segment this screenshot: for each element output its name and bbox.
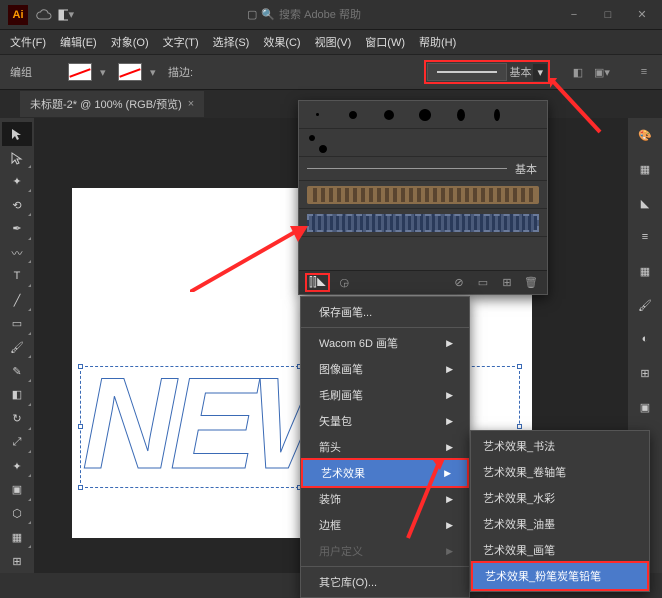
brushes-panel-footer: ⫿⫿◣ ◶ ⊘ ▭ ⊞ 🗑 — [299, 270, 547, 294]
shape-builder-tool[interactable]: ⬡ — [2, 502, 32, 526]
tab-title: 未标题-2* @ 100% (RGB/预览) — [30, 96, 182, 112]
stroke-swatch[interactable] — [118, 63, 142, 81]
swatches-panel-icon[interactable]: ▦ — [632, 156, 658, 182]
menu-type[interactable]: 文字(T) — [157, 31, 205, 53]
submenu-watercolor[interactable]: 艺术效果_水彩 — [471, 485, 649, 511]
style-icon[interactable]: ▣▾ — [594, 64, 610, 80]
close-button[interactable]: ✕ — [630, 5, 654, 25]
line-tool[interactable]: ╱ — [2, 288, 32, 312]
type-tool[interactable]: T — [2, 264, 32, 288]
menu-artistic[interactable]: 艺术效果▶ — [301, 458, 469, 488]
layout-icon[interactable]: ▾ — [58, 7, 74, 23]
menu-save-brush[interactable]: 保存画笔... — [301, 299, 469, 325]
group-label: 编组 — [10, 64, 32, 80]
brushes-panel-icon[interactable]: 🖌 — [632, 292, 658, 318]
app-logo: Ai — [8, 5, 28, 25]
menu-arrows[interactable]: 箭头▶ — [301, 434, 469, 460]
pen-tool[interactable]: ✒ — [2, 217, 32, 241]
menubar: 文件(F) 编辑(E) 对象(O) 文字(T) 选择(S) 效果(C) 视图(V… — [0, 30, 662, 54]
magic-wand-tool[interactable]: ✦ — [2, 169, 32, 193]
search-icon[interactable]: 🔍 — [261, 8, 275, 21]
rotate-tool[interactable]: ↻ — [2, 407, 32, 431]
libraries-icon[interactable]: ◶ — [334, 274, 354, 292]
search-input[interactable] — [279, 9, 379, 21]
menu-effect[interactable]: 效果(C) — [257, 31, 306, 53]
stroke-label: 描边: — [168, 64, 193, 80]
menu-select[interactable]: 选择(S) — [207, 31, 256, 53]
free-transform-tool[interactable]: ▣ — [2, 478, 32, 502]
menu-window[interactable]: 窗口(W) — [359, 31, 411, 53]
curvature-tool[interactable]: 〰 — [2, 241, 32, 265]
scale-tool[interactable]: ⤢ — [2, 431, 32, 455]
minimize-button[interactable]: − — [562, 5, 586, 25]
submenu-paintbrush[interactable]: 艺术效果_画笔 — [471, 537, 649, 563]
rectangle-tool[interactable]: ▭ — [2, 312, 32, 336]
opacity-icon[interactable]: ◧ — [570, 64, 586, 80]
paintbrush-tool[interactable]: 🖌 — [2, 336, 32, 360]
brush-stroke-selector[interactable]: 基本 ▾ — [424, 60, 550, 84]
menu-object[interactable]: 对象(O) — [105, 31, 155, 53]
artistic-submenu: 艺术效果_书法 艺术效果_卷轴笔 艺术效果_水彩 艺术效果_油墨 艺术效果_画笔… — [470, 430, 650, 592]
control-bar: 编组 ▾ ▾ 描边: 基本 ▾ ◧ ▣▾ ≡ — [0, 54, 662, 90]
menu-view[interactable]: 视图(V) — [309, 31, 358, 53]
menu-vector-pack[interactable]: 矢量包▶ — [301, 408, 469, 434]
mesh-tool[interactable]: ⊞ — [2, 549, 32, 573]
menu-help[interactable]: 帮助(H) — [413, 31, 462, 53]
pathfinder-panel-icon[interactable]: ▣ — [632, 394, 658, 420]
options-icon[interactable]: ▭ — [473, 274, 493, 292]
align-icon[interactable]: ≡ — [636, 64, 652, 80]
remove-stroke-icon[interactable]: ⊘ — [449, 274, 469, 292]
new-brush-icon[interactable]: ⊞ — [497, 274, 517, 292]
direct-selection-tool[interactable] — [2, 146, 32, 170]
lasso-tool[interactable]: ⟲ — [2, 193, 32, 217]
perspective-tool[interactable]: ▦ — [2, 525, 32, 549]
menu-file[interactable]: 文件(F) — [4, 31, 52, 53]
width-tool[interactable]: ✦ — [2, 454, 32, 478]
submenu-chalk[interactable]: 艺术效果_粉笔炭笔铅笔 — [471, 561, 649, 591]
fill-swatch[interactable] — [68, 63, 92, 81]
brush-library-icon[interactable]: ⫿⫿◣ — [305, 273, 330, 292]
tab-close-icon[interactable]: × — [188, 98, 194, 110]
document-tab[interactable]: 未标题-2* @ 100% (RGB/预览) × — [20, 91, 204, 117]
submenu-ink[interactable]: 艺术效果_油墨 — [471, 511, 649, 537]
menu-image-brush[interactable]: 图像画笔▶ — [301, 356, 469, 382]
menu-borders[interactable]: 边框▶ — [301, 512, 469, 538]
left-toolbar: ✦ ⟲ ✒ 〰 T ╱ ▭ 🖌 ✎ ◧ ↻ ⤢ ✦ ▣ ⬡ ▦ ⊞ — [0, 118, 34, 573]
submenu-calligraphy[interactable]: 艺术效果_书法 — [471, 433, 649, 459]
eraser-tool[interactable]: ◧ — [2, 383, 32, 407]
align-panel-icon[interactable]: ⊞ — [632, 360, 658, 386]
menu-user-defined: 用户定义▶ — [301, 538, 469, 564]
menu-edit[interactable]: 编辑(E) — [54, 31, 103, 53]
brush-pattern-2[interactable] — [299, 209, 547, 237]
brush-pattern-1[interactable] — [299, 181, 547, 209]
brush-dual-row[interactable] — [299, 129, 547, 157]
brush-dots-row[interactable] — [299, 101, 547, 129]
menu-decorative[interactable]: 装饰▶ — [301, 486, 469, 512]
properties-panel-icon[interactable]: ◣ — [632, 190, 658, 216]
stroke-dropdown[interactable]: ▾ — [150, 66, 160, 79]
selection-tool[interactable] — [2, 122, 32, 146]
delete-brush-icon[interactable]: 🗑 — [521, 274, 541, 292]
stroke-panel-icon[interactable]: ≡ — [632, 224, 658, 250]
shaper-tool[interactable]: ✎ — [2, 359, 32, 383]
color-panel-icon[interactable]: 🎨 — [632, 122, 658, 148]
maximize-button[interactable]: □ — [596, 5, 620, 25]
menu-wacom[interactable]: Wacom 6D 画笔▶ — [301, 330, 469, 356]
frame-icon[interactable]: ▢ — [247, 8, 257, 21]
titlebar: Ai ▾ ▢ 🔍 − □ ✕ — [0, 0, 662, 30]
brush-basic-row[interactable]: 基本 — [299, 157, 547, 181]
menu-bristle-brush[interactable]: 毛刷画笔▶ — [301, 382, 469, 408]
brushes-panel: 基本 ⫿⫿◣ ◶ ⊘ ▭ ⊞ 🗑 — [298, 100, 548, 295]
cloud-icon[interactable] — [36, 7, 52, 23]
submenu-scroll[interactable]: 艺术效果_卷轴笔 — [471, 459, 649, 485]
fill-dropdown[interactable]: ▾ — [100, 66, 110, 79]
symbols-panel-icon[interactable]: ▦ — [632, 258, 658, 284]
transparency-panel-icon[interactable]: ◐ — [632, 326, 658, 352]
brush-library-menu: 保存画笔... Wacom 6D 画笔▶ 图像画笔▶ 毛刷画笔▶ 矢量包▶ 箭头… — [300, 296, 470, 598]
